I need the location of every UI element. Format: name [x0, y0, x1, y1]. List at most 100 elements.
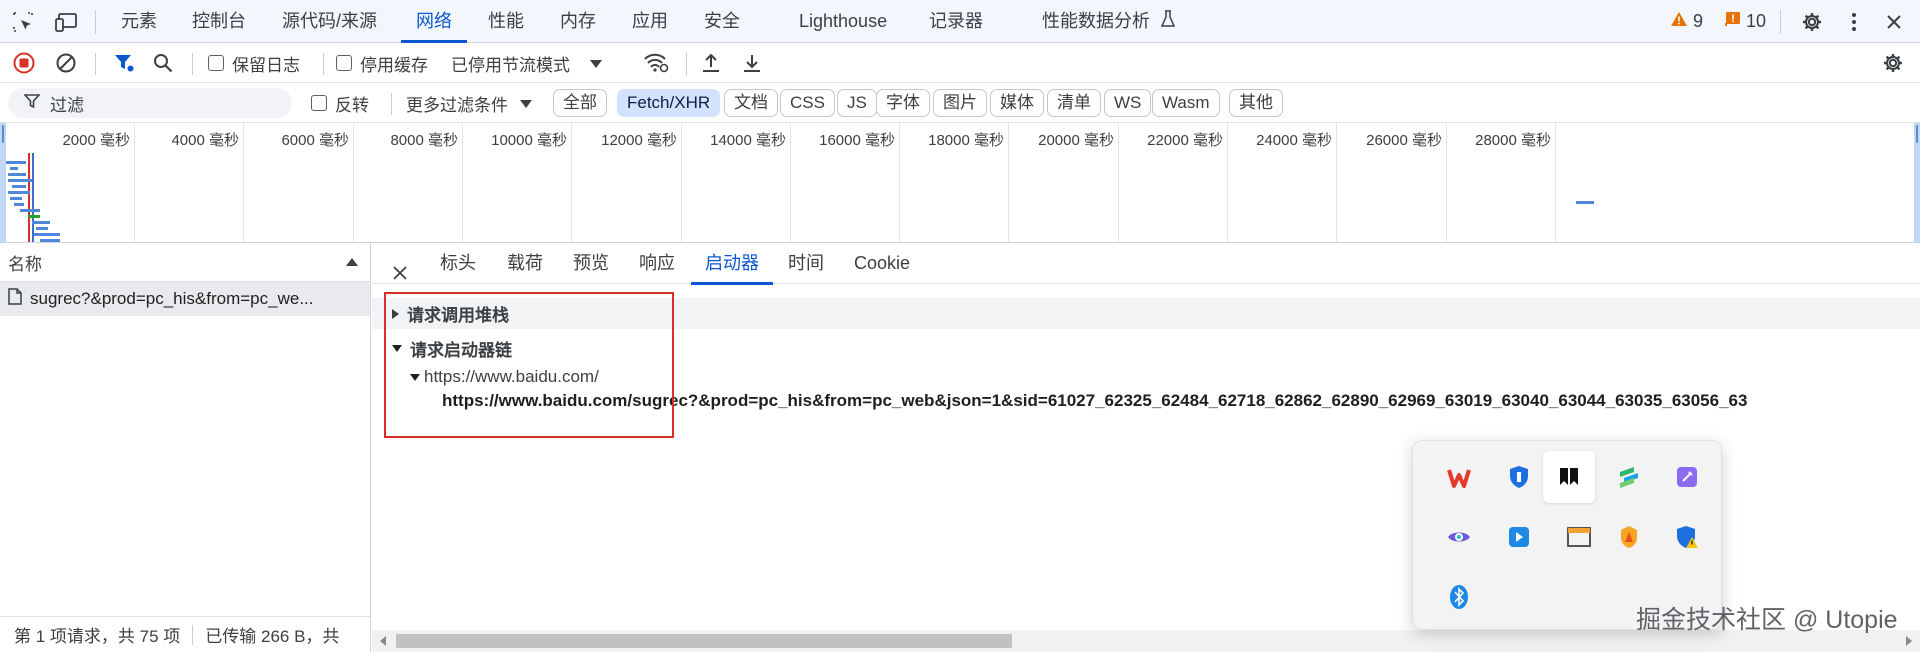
tab-response[interactable]: 响应	[639, 243, 675, 284]
toolbar-divider	[192, 53, 193, 75]
scroll-left-icon[interactable]	[380, 636, 386, 646]
window-app-icon[interactable]	[1553, 511, 1605, 563]
filter-type-all[interactable]: 全部	[553, 89, 607, 117]
disable-cache-label: 停用缓存	[360, 55, 428, 75]
request-row[interactable]: sugrec?&prod=pc_his&from=pc_we...	[0, 282, 370, 316]
more-options-icon[interactable]	[1841, 9, 1867, 35]
toolbar-divider	[391, 93, 392, 115]
tab-console[interactable]: 控制台	[192, 0, 246, 43]
inspect-element-icon[interactable]	[10, 9, 36, 35]
timeline-gridline	[899, 123, 900, 242]
eye-app-icon[interactable]	[1433, 511, 1485, 563]
dom-content-loaded-marker	[32, 153, 34, 242]
stop-recording-icon[interactable]	[10, 47, 38, 79]
filter-funnel-icon	[23, 93, 41, 114]
tab-headers[interactable]: 标头	[440, 243, 476, 284]
tab-performance[interactable]: 性能	[488, 0, 524, 43]
timeline-tick-label: 28000 毫秒	[1475, 132, 1551, 149]
request-activity-bar	[8, 173, 26, 176]
toolbar-divider	[95, 10, 96, 34]
timeline-gridline	[1118, 123, 1119, 242]
tab-sources[interactable]: 源代码/来源	[282, 0, 377, 43]
stacked-app-icon[interactable]	[1603, 451, 1655, 503]
request-count: 第 1 项请求，共 75 项	[14, 627, 181, 646]
tab-cookies[interactable]: Cookie	[854, 243, 910, 284]
export-har-icon[interactable]	[738, 47, 766, 79]
overview-right-handle[interactable]	[1914, 123, 1920, 242]
settings-gear-icon[interactable]	[1799, 9, 1825, 35]
network-settings-gear-icon[interactable]	[1878, 47, 1908, 79]
filter-type-js[interactable]: JS	[837, 89, 877, 117]
filter-type-other[interactable]: 其他	[1229, 89, 1283, 117]
filter-type-wasm[interactable]: Wasm	[1152, 89, 1220, 117]
errors-badge[interactable]: 10	[1725, 0, 1766, 43]
tab-preview[interactable]: 预览	[573, 243, 609, 284]
preserve-log-checkbox[interactable]: 保留日志	[208, 43, 300, 83]
note-app-icon[interactable]	[1661, 451, 1713, 503]
invert-checkbox[interactable]: 反转	[311, 83, 369, 123]
wps-icon[interactable]	[1433, 451, 1485, 503]
clear-icon[interactable]	[52, 47, 80, 79]
filter-input[interactable]: 过滤	[8, 88, 292, 118]
filter-type-img[interactable]: 图片	[933, 89, 987, 117]
warnings-badge[interactable]: 9	[1670, 0, 1703, 43]
filter-funnel-icon[interactable]	[110, 47, 138, 79]
network-toolbar: 保留日志 停用缓存 已停用节流模式	[0, 43, 1920, 83]
tab-application[interactable]: 应用	[632, 0, 668, 43]
close-detail-icon[interactable]	[392, 255, 408, 280]
filter-type-media[interactable]: 媒体	[990, 89, 1044, 117]
detail-tabbar: 标头 载荷 预览 响应 启动器 时间 Cookie	[372, 243, 1920, 285]
tab-performance-insights[interactable]: 性能数据分析	[1042, 0, 1176, 44]
watermark: 掘金技术社区 @ Utopie	[1636, 606, 1898, 634]
fire-app-icon[interactable]	[1603, 511, 1655, 563]
timeline-tick-label: 16000 毫秒	[819, 132, 895, 149]
tab-elements[interactable]: 元素	[121, 0, 157, 43]
tab-payload[interactable]: 载荷	[507, 243, 543, 284]
timeline-tick-label: 10000 毫秒	[491, 132, 567, 149]
timeline-tick-label: 6000 毫秒	[281, 132, 349, 149]
flask-icon	[1160, 1, 1176, 44]
tab-timing[interactable]: 时间	[788, 243, 824, 284]
filter-type-manifest[interactable]: 清单	[1047, 89, 1101, 117]
device-toolbar-icon[interactable]	[53, 9, 79, 35]
filter-type-css[interactable]: CSS	[780, 89, 835, 117]
close-devtools-icon[interactable]	[1881, 9, 1907, 35]
security-warning-icon[interactable]	[1661, 511, 1713, 563]
filter-placeholder: 过滤	[50, 95, 84, 115]
tab-network[interactable]: 网络	[401, 0, 467, 43]
arrow-app-icon[interactable]	[1493, 511, 1545, 563]
overview-left-handle[interactable]	[0, 123, 6, 242]
tab-initiator[interactable]: 启动器	[691, 243, 773, 285]
more-filters-dropdown[interactable]: 更多过滤条件	[406, 83, 532, 123]
request-activity-bar	[10, 197, 22, 200]
scroll-right-icon[interactable]	[1906, 636, 1912, 646]
warning-triangle-icon	[1670, 11, 1688, 32]
throttling-select[interactable]: 已停用节流模式	[451, 43, 602, 83]
search-icon[interactable]	[149, 47, 177, 79]
scrollbar-thumb[interactable]	[396, 634, 1012, 648]
network-conditions-icon[interactable]	[640, 47, 672, 79]
bookmark-app-icon[interactable]	[1543, 451, 1595, 503]
preserve-log-label: 保留日志	[232, 55, 300, 75]
name-column-header[interactable]: 名称	[0, 243, 370, 282]
filter-type-fetch-xhr[interactable]: Fetch/XHR	[617, 89, 721, 117]
tab-recorder[interactable]: 记录器	[929, 0, 983, 43]
toolbar-divider	[1780, 10, 1781, 34]
errors-count: 10	[1746, 11, 1767, 31]
bluetooth-icon[interactable]	[1433, 571, 1485, 623]
timeline-gridline	[1446, 123, 1447, 242]
import-har-icon[interactable]	[697, 47, 725, 79]
toolbar-divider	[686, 53, 687, 75]
request-name: sugrec?&prod=pc_his&from=pc_we...	[30, 289, 314, 308]
tab-memory[interactable]: 内存	[560, 0, 596, 43]
filter-type-ws[interactable]: WS	[1104, 89, 1152, 117]
disable-cache-checkbox[interactable]: 停用缓存	[336, 43, 428, 83]
tab-security[interactable]: 安全	[704, 0, 740, 43]
network-overview-timeline[interactable]: 2000 毫秒 4000 毫秒 6000 毫秒 8000 毫秒 10000 毫秒 1200…	[0, 123, 1920, 243]
issue-flag-icon	[1725, 11, 1741, 32]
filter-type-doc[interactable]: 文档	[724, 89, 778, 117]
shield-blue-icon[interactable]	[1493, 451, 1545, 503]
filter-type-font[interactable]: 字体	[876, 89, 930, 117]
tab-lighthouse[interactable]: Lighthouse	[799, 0, 887, 43]
timeline-gridline	[571, 123, 572, 242]
